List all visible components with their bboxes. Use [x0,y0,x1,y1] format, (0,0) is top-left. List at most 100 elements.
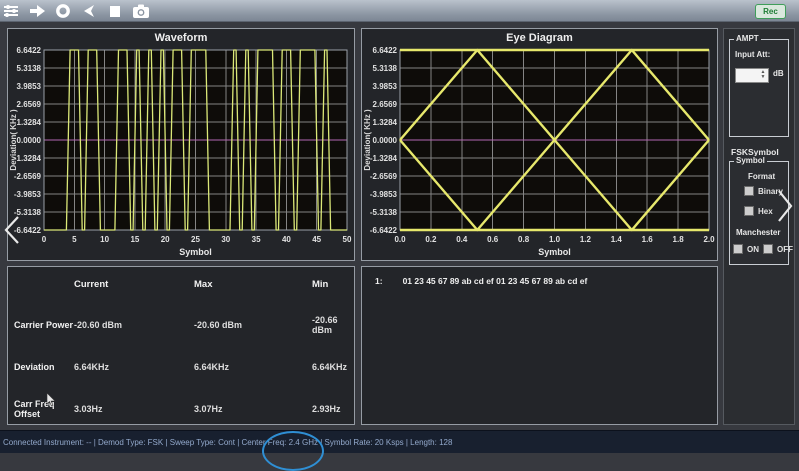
col-header-current: Current [74,275,194,295]
y-axis-label: Deviation( KHz ) [9,109,18,171]
x-tick-label: 50 [343,235,352,244]
x-tick-label: 30 [221,235,230,244]
deviation-current: 6.64KHz [74,362,194,372]
symbol-data-panel: 1: 01 23 45 67 89 ab cd ef 01 23 45 67 8… [361,266,718,425]
hex-label: Hex [758,207,773,216]
input-att-field[interactable]: ▲▼ [735,68,769,83]
stop-icon[interactable] [106,2,124,20]
y-tick-label: -1.3284 [370,154,398,163]
hex-checkbox[interactable] [744,206,754,216]
y-tick-label: 3.9853 [373,82,398,91]
arrow-right-icon[interactable] [28,2,46,20]
y-tick-label: 6.6422 [17,46,42,55]
measurement-table: Current Max Min Carrier Power -20.60 dBm… [14,275,350,419]
binary-checkbox[interactable] [744,186,754,196]
x-tick-label: 0.0 [394,235,406,244]
y-tick-label: -2.6569 [14,172,42,181]
symbol-group-title: Symbol [734,156,767,165]
col-header-max: Max [194,275,312,295]
y-tick-label: 1.3284 [373,118,398,127]
y-tick-label: -3.9853 [14,190,42,199]
y-tick-label: 3.9853 [17,82,42,91]
manchester-label: Manchester [736,228,780,237]
y-tick-label: 2.6569 [373,100,398,109]
deviation-max: 6.64KHz [194,362,312,372]
waveform-panel: Waveform 6.6422 5.3138 3.9853 2.6569 1.3284 0… [7,28,355,261]
y-tick-label: -2.6569 [370,172,398,181]
next-screen-arrow-icon[interactable] [776,189,794,223]
x-tick-label: 0 [42,235,47,244]
ampt-group-title: AMPT [734,34,761,43]
x-axis-label: Symbol [538,247,571,257]
col-header-min: Min [312,275,350,295]
format-label: Format [748,172,775,181]
y-tick-label: 0.0000 [17,136,42,145]
y-tick-label: 2.6569 [17,100,42,109]
mouse-cursor [46,393,56,407]
prev-screen-arrow-icon[interactable] [3,215,21,245]
input-att-value [736,69,738,82]
toolbar: Rec [0,0,799,22]
y-tick-label: -6.6422 [370,226,398,235]
y-tick-label: 5.3138 [17,64,42,73]
x-tick-label: 45 [312,235,321,244]
x-tick-label: 1.0 [549,235,561,244]
deviation-min: 6.64KHz [312,362,350,372]
carrier-power-max: -20.60 dBm [194,320,312,330]
db-unit-label: dB [773,69,784,78]
camera-icon[interactable] [132,2,150,20]
x-tick-label: 0.8 [518,235,530,244]
y-tick-label: 0.0000 [373,136,398,145]
x-tick-label: 1.4 [611,235,623,244]
x-tick-label: 25 [191,235,200,244]
x-tick-label: 1.2 [580,235,592,244]
waveform-plot: 6.6422 5.3138 3.9853 2.6569 1.3284 0.0000 -1.3… [8,46,354,260]
status-bar-text: Connected Instrument: -- | Demod Type: F… [3,431,452,454]
x-tick-label: 35 [252,235,261,244]
carr-freq-offset-max: 3.07Hz [194,404,312,414]
manchester-off-label: OFF [777,245,793,254]
row-label-carr-freq-offset: Carr Freq Offset [14,399,74,419]
x-tick-label: 0.2 [425,235,437,244]
input-att-label: Input Att: [735,50,770,59]
record-icon[interactable] [54,2,72,20]
x-tick-label: 10 [100,235,109,244]
carr-freq-offset-min: 2.93Hz [312,404,350,414]
manchester-on-label: ON [747,245,759,254]
x-tick-label: 40 [282,235,291,244]
symbol-hex-data: 01 23 45 67 89 ab cd ef 01 23 45 67 89 a… [403,276,588,286]
y-tick-label: -5.3138 [370,208,398,217]
back-arrow-icon[interactable] [80,2,98,20]
spinner-arrows-icon[interactable]: ▲▼ [759,70,767,81]
y-tick-label: -3.9853 [370,190,398,199]
right-sidebar: AMPT Input Att: ▲▼ dB FSKSymbol Symbol F… [723,28,795,425]
manchester-on-checkbox[interactable] [733,244,743,254]
x-tick-label: 0.4 [456,235,468,244]
carr-freq-offset-current: 3.03Hz [74,404,194,414]
annotation-circle [262,431,324,471]
eye-diagram-plot: 6.64225.31383.98532.65691.32840.0000-1.3… [362,46,717,260]
x-tick-label: 15 [130,235,139,244]
status-bar: Connected Instrument: -- | Demod Type: F… [0,430,799,453]
waveform-title: Waveform [8,32,354,44]
carrier-power-min: -20.66 dBm [312,315,350,335]
measurement-panel: Current Max Min Carrier Power -20.60 dBm… [7,266,355,425]
y-axis-label: Deviation( KHz ) [363,109,372,171]
eye-diagram-title: Eye Diagram [362,32,717,44]
sliders-icon[interactable] [2,2,20,20]
symbol-row-index: 1: [375,276,383,286]
x-tick-label: 2.0 [703,235,715,244]
eye-diagram-panel: Eye Diagram 6.64225.31383.98532.65691.32… [361,28,718,261]
carrier-power-current: -20.60 dBm [74,320,194,330]
x-tick-label: 1.8 [673,235,685,244]
x-tick-label: 5 [72,235,77,244]
y-tick-label: -1.3284 [14,154,42,163]
x-tick-label: 0.6 [487,235,499,244]
rec-status-badge[interactable]: Rec [755,4,786,19]
x-axis-label: Symbol [179,247,212,257]
y-tick-label: 1.3284 [17,118,42,127]
x-tick-label: 20 [161,235,170,244]
x-tick-label: 1.6 [642,235,654,244]
row-label-carrier-power: Carrier Power [14,320,74,330]
manchester-off-checkbox[interactable] [763,244,773,254]
